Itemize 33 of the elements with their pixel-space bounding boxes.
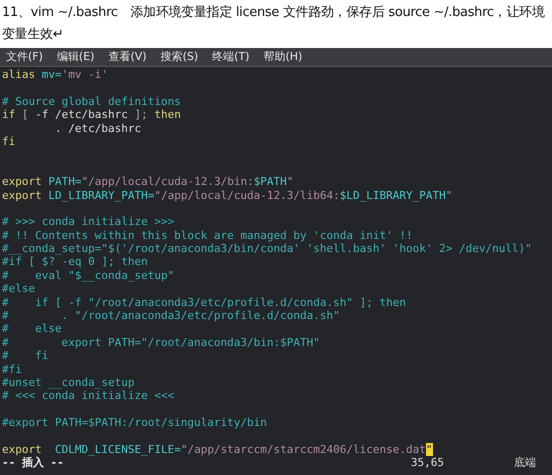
code-line: #if [ $? -eq 0 ]; then — [1, 255, 149, 269]
code-line: #__conda_setup="$('/root/anaconda3/bin/conda' 'shell.bash' 'hook' 2> /dev/null)" — [1, 242, 533, 256]
code-line: fi — [1, 134, 16, 148]
code-line: export LD_LIBRARY_PATH="/app/local/cuda-12.3/lib64:$LD_LIBRARY_PATH" — [1, 188, 454, 202]
menu-item[interactable]: 帮助(H) — [263, 48, 302, 66]
menu-item[interactable]: 文件(F) — [6, 48, 43, 66]
code-line: #unset __conda_setup — [1, 376, 136, 390]
code-line: # eval "$__conda_setup" — [1, 268, 176, 282]
cursor-position: 35,65 — [410, 456, 444, 470]
scroll-position: 底端 — [514, 456, 536, 470]
menu-item[interactable]: 搜索(S) — [160, 48, 198, 66]
menu-item[interactable]: 查看(V) — [108, 48, 147, 66]
code-line: # export PATH="/root/anaconda3/bin:$PATH" — [1, 336, 321, 350]
code-line: # <<< conda initialize <<< — [1, 389, 176, 403]
code-line: # >>> conda initialize >>> — [1, 215, 176, 229]
code-line: export PATH="/app/local/cuda-12.3/bin:$PATH" — [1, 175, 294, 189]
code-line: # else — [1, 322, 63, 336]
vim-mode-indicator: -- 插入 -- — [2, 456, 64, 470]
code-line: #fi — [1, 362, 23, 376]
code-line: export CDLMD_LICENSE_FILE="/app/starccm/starccm2406/license.dat" — [1, 442, 434, 456]
instruction-paragraph: 11、vim ~/.bashrc 添加环境变量指定 license 文件路劲，保存后 source ~/.bashrc，让环境变量生效↵ — [1, 4, 546, 44]
code-line: # !! Contents within this block are managed by 'conda init' !! — [1, 228, 414, 242]
code-line: . /etc/bashrc — [54, 122, 142, 135]
code-line: # Source global definitions — [1, 94, 182, 108]
code-line: # fi — [1, 349, 50, 363]
code-line: #else — [1, 282, 36, 296]
menu-item[interactable]: 编辑(E) — [56, 48, 94, 66]
code-line: if [ -f /etc/bashrc ]; then — [1, 108, 182, 122]
code-line: # . "/root/anaconda3/etc/profile.d/conda.sh" — [1, 309, 341, 322]
code-line: # if [ -f "/root/anaconda3/etc/profile.d/conda.sh" ]; then — [1, 296, 407, 310]
code-line: alias mv='mv -i' — [1, 68, 109, 82]
menu-item[interactable]: 终端(T) — [212, 48, 250, 66]
code-line: #export PATH=$PATH:/root/singularity/bin — [1, 416, 268, 430]
